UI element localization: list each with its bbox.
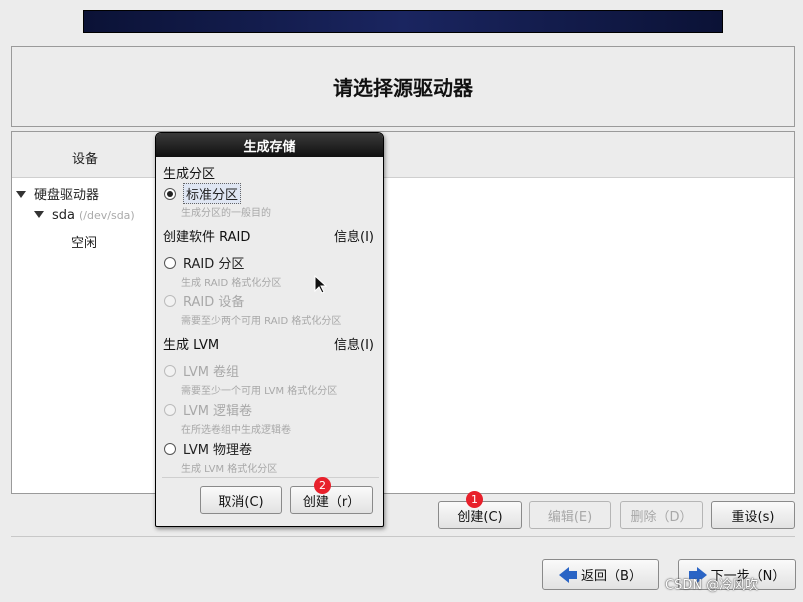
radio-description: 生成分区的一般目的 [181,208,271,219]
radio-icon[interactable] [164,364,176,377]
mouse-cursor-icon [314,275,328,294]
tree-item-label: 硬盘驱动器 [34,188,100,203]
section-create-raid: 创建软件 RAID [163,230,251,245]
raid-info-link[interactable]: 信息(I) [334,226,374,245]
tree-item-label: 空闲 [71,236,98,251]
radio-description: 在所选卷组中生成逻辑卷 [181,425,291,436]
radio-lvm-volume-group[interactable]: LVM 卷组 [164,361,239,380]
device-list-panel: 设备 硬盘驱动器 sda (/dev/sda) 空闲 [11,131,795,494]
radio-checked-icon[interactable] [164,187,176,200]
section-create-lvm: 生成 LVM [163,338,220,353]
tree-item-path: (/dev/sda) [79,209,135,222]
bottom-divider [11,536,795,537]
reset-button[interactable]: 重设(s) [711,501,795,529]
header-banner [83,10,723,33]
dialog-title: 生成存储 [156,133,383,157]
dialog-separator [162,477,379,478]
radio-label: LVM 逻辑卷 [183,404,253,419]
arrow-left-icon [559,566,578,583]
radio-description: 生成 LVM 格式化分区 [181,464,278,475]
radio-icon[interactable] [164,403,176,416]
radio-label: LVM 卷组 [183,365,240,380]
dialog-create-button[interactable]: 创建（r） [290,486,373,514]
tree-item-sda[interactable]: sda (/dev/sda) [34,208,135,223]
radio-icon[interactable] [164,256,176,269]
back-button[interactable]: 返回（B） [542,559,659,590]
tree-item-free[interactable]: 空闲 [71,232,97,251]
radio-raid-device[interactable]: RAID 设备 [164,291,244,310]
radio-description: 生成 RAID 格式化分区 [181,278,282,289]
radio-standard-partition[interactable]: 标准分区 [164,183,242,204]
expand-triangle-icon[interactable] [16,191,26,198]
radio-label: LVM 物理卷 [183,443,253,458]
tree-item-label: sda [52,208,75,223]
delete-button[interactable]: 删除（D） [620,501,703,529]
radio-raid-partition[interactable]: RAID 分区 [164,253,244,272]
radio-icon[interactable] [164,442,176,455]
device-column-header[interactable]: 设备 [12,132,794,178]
device-column-label: 设备 [72,152,99,167]
radio-label: RAID 设备 [183,295,245,310]
edit-button[interactable]: 编辑(E) [529,501,611,529]
page-title: 请选择源驱动器 [333,76,473,100]
watermark: CSDN @冷风吹 [665,578,759,593]
back-button-label: 返回（B） [581,569,642,584]
radio-lvm-physical-volume[interactable]: LVM 物理卷 [164,439,252,458]
radio-description: 需要至少两个可用 RAID 格式化分区 [181,316,342,327]
step-badge-1: 1 [466,491,483,508]
tree-item-hard-drives[interactable]: 硬盘驱动器 [16,184,99,203]
radio-description: 需要至少一个可用 LVM 格式化分区 [181,386,338,397]
create-storage-dialog: 生成存储 生成分区 标准分区 生成分区的一般目的 创建软件 RAID 信息(I)… [155,132,384,527]
radio-icon[interactable] [164,294,176,307]
radio-label: RAID 分区 [183,257,245,272]
dialog-cancel-button[interactable]: 取消(C) [200,486,282,514]
expand-triangle-icon[interactable] [34,211,44,218]
radio-label: 标准分区 [183,183,242,204]
section-create-partition: 生成分区 [163,167,216,182]
radio-lvm-logical-volume[interactable]: LVM 逻辑卷 [164,400,252,419]
step-badge-2: 2 [314,477,331,494]
lvm-info-link[interactable]: 信息(I) [334,334,374,353]
title-panel: 请选择源驱动器 [11,46,795,127]
